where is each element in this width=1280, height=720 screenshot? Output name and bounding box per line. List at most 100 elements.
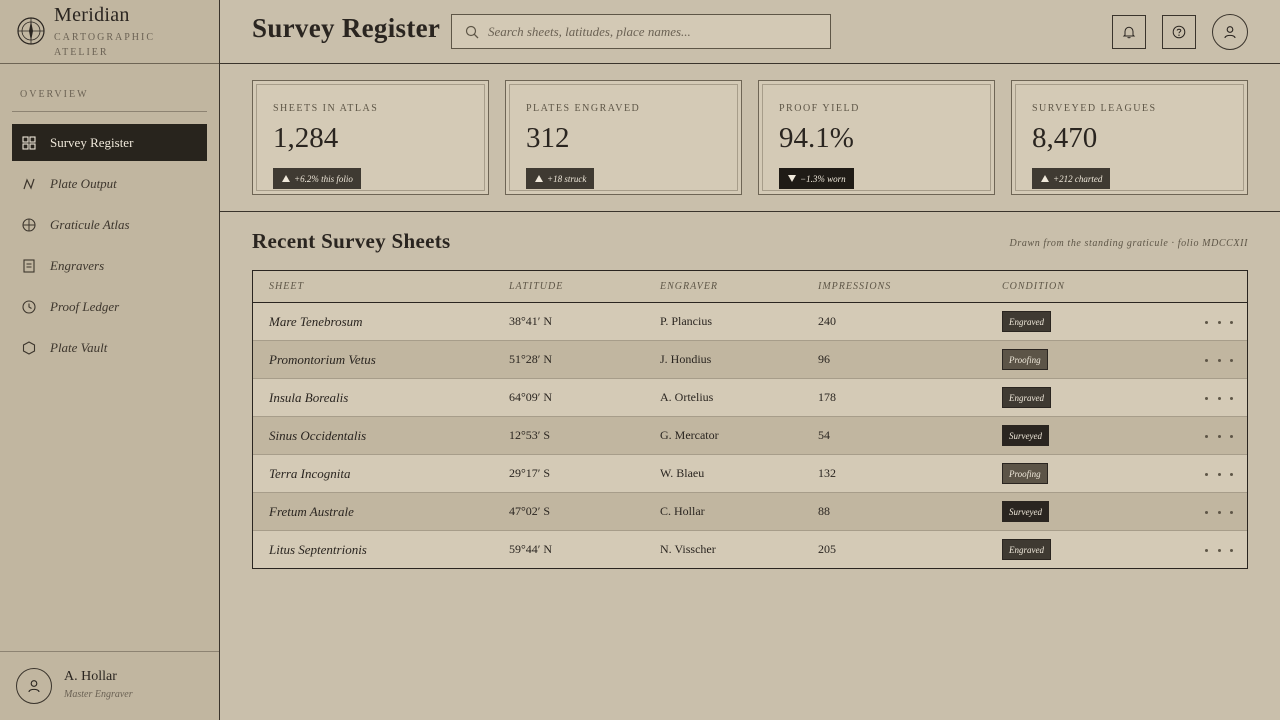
engraver-name: P. Plancius [660,314,713,328]
dot-icon [1205,396,1208,400]
stat-value: 312 [526,122,570,154]
dot-icon [1205,320,1208,324]
sidebar-item-label: Plate Output [50,175,117,191]
dot-icon [1230,548,1233,552]
latitude-value: 29°17′ S [509,466,551,480]
impressions-value: 132 [818,466,836,480]
compass-rose-icon [17,17,45,45]
stat-delta-badge: +212 charted [1032,168,1111,189]
sheet-name[interactable]: Fretum Australe [269,504,354,520]
stat-label: PLATES ENGRAVED [526,103,641,114]
sheet-name[interactable]: Sinus Occidentalis [269,428,366,444]
sheet-name[interactable]: Insula Borealis [269,390,348,406]
row-actions-button[interactable] [1205,429,1233,443]
table-row[interactable]: Promontorium Vetus 51°28′ N J. Hondius 96 Pr… [253,341,1247,379]
sheet-name[interactable]: Litus Septentrionis [269,542,367,558]
impressions-value: 96 [818,352,830,366]
sidebar-item-engravers[interactable]: Engravers [12,247,207,284]
table-row[interactable]: Mare Tenebrosum 38°41′ N P. Plancius 240 Eng… [253,303,1247,341]
brand-subtitle: CARTOGRAPHIC ATELIER [54,32,156,58]
dot-icon [1205,472,1208,476]
stat-card-leagues: SURVEYED LEAGUES 8,470 +212 charted [1011,80,1248,195]
row-actions-button[interactable] [1205,543,1233,557]
trend-up-icon [282,175,290,182]
sidebar-item-label: Proof Ledger [50,298,120,314]
section-title: Recent Survey Sheets [252,229,451,253]
document-icon [22,258,36,273]
dot-icon [1217,548,1221,552]
stat-delta: +18 struck [547,173,587,184]
dot-icon [1230,396,1233,400]
row-actions-button[interactable] [1205,315,1233,329]
sidebar-item-label: Graticule Atlas [50,216,130,232]
dot-icon [1230,472,1233,476]
trend-up-icon [535,175,543,182]
section-note: Drawn from the standing graticule · foli… [1009,238,1248,249]
nav-divider [12,111,207,112]
notifications-button[interactable] [1112,15,1146,49]
survey-sheets-table: SHEET LATITUDE ENGRAVER IMPRESSIONS COND… [252,270,1248,569]
row-actions-button[interactable] [1205,467,1233,481]
table-row[interactable]: Terra Incognita 29°17′ S W. Blaeu 132 Proofi… [253,455,1247,493]
column-header[interactable]: IMPRESSIONS [818,281,891,292]
column-header[interactable]: LATITUDE [509,281,563,292]
sidebar-item-survey-register[interactable]: Survey Register [12,124,207,161]
dot-icon [1230,320,1233,324]
sidebar-item-plate-output[interactable]: Plate Output [12,165,207,202]
user-profile[interactable]: A. Hollar Master Engraver [0,651,219,720]
latitude-value: 59°44′ N [509,542,553,556]
sheet-name[interactable]: Terra Incognita [269,466,351,482]
sidebar-item-graticule-atlas[interactable]: Graticule Atlas [12,206,207,243]
table-header: SHEET LATITUDE ENGRAVER IMPRESSIONS COND… [253,271,1247,303]
condition-badge: Surveyed [1002,501,1049,522]
nav-section-label: OVERVIEW [20,89,89,100]
engraver-name: N. Visscher [660,542,716,556]
row-actions-button[interactable] [1205,505,1233,519]
row-actions-button[interactable] [1205,353,1233,367]
dot-icon [1217,396,1221,400]
top-bar: Survey Register [220,0,1280,64]
search-box[interactable] [451,14,831,49]
sidebar-item-proof-ledger[interactable]: Proof Ledger [12,288,207,325]
sidebar-item-label: Survey Register [50,134,134,150]
column-header[interactable]: SHEET [269,281,304,292]
table-row[interactable]: Litus Septentrionis 59°44′ N N. Visscher 20… [253,531,1247,569]
stat-card-plates: PLATES ENGRAVED 312 +18 struck [505,80,742,195]
impressions-value: 54 [818,428,830,442]
stat-delta: +212 charted [1053,173,1103,184]
account-button[interactable] [1212,14,1248,50]
trend-up-icon [1041,175,1049,182]
trend-down-icon [788,175,796,182]
latitude-value: 64°09′ N [509,390,553,404]
card-frame: SHEETS IN ATLAS 1,284 +6.2% this folio [256,84,485,191]
avatar[interactable] [16,668,52,704]
sidebar-item-plate-vault[interactable]: Plate Vault [12,329,207,366]
search-input[interactable] [488,23,808,40]
column-header[interactable]: ENGRAVER [660,281,718,292]
user-icon [1224,26,1236,39]
stat-delta-badge: +18 struck [526,168,595,189]
dot-icon [1217,472,1221,476]
help-button[interactable] [1162,15,1196,49]
grid-icon [22,135,36,150]
condition-badge: Proofing [1002,463,1048,484]
dot-icon [1205,548,1208,552]
stat-delta: +6.2% this folio [294,173,353,184]
condition-badge: Engraved [1002,311,1051,332]
sheet-name[interactable]: Promontorium Vetus [269,352,376,368]
user-icon [28,680,40,693]
stat-delta-badge: +6.2% this folio [273,168,361,189]
stats-row: SHEETS IN ATLAS 1,284 +6.2% this folio P… [220,64,1280,212]
sheet-name[interactable]: Mare Tenebrosum [269,314,363,330]
dot-icon [1230,434,1233,438]
latitude-value: 12°53′ S [509,428,551,442]
profile-role: Master Engraver [64,689,133,700]
dot-icon [1217,320,1221,324]
table-row[interactable]: Fretum Australe 47°02′ S C. Hollar 88 Survey… [253,493,1247,531]
table-row[interactable]: Sinus Occidentalis 12°53′ S G. Mercator 54 S… [253,417,1247,455]
stat-label: SHEETS IN ATLAS [273,103,379,114]
column-header[interactable]: CONDITION [1002,281,1065,292]
dot-icon [1230,510,1233,514]
table-row[interactable]: Insula Borealis 64°09′ N A. Ortelius 178 Eng… [253,379,1247,417]
row-actions-button[interactable] [1205,391,1233,405]
